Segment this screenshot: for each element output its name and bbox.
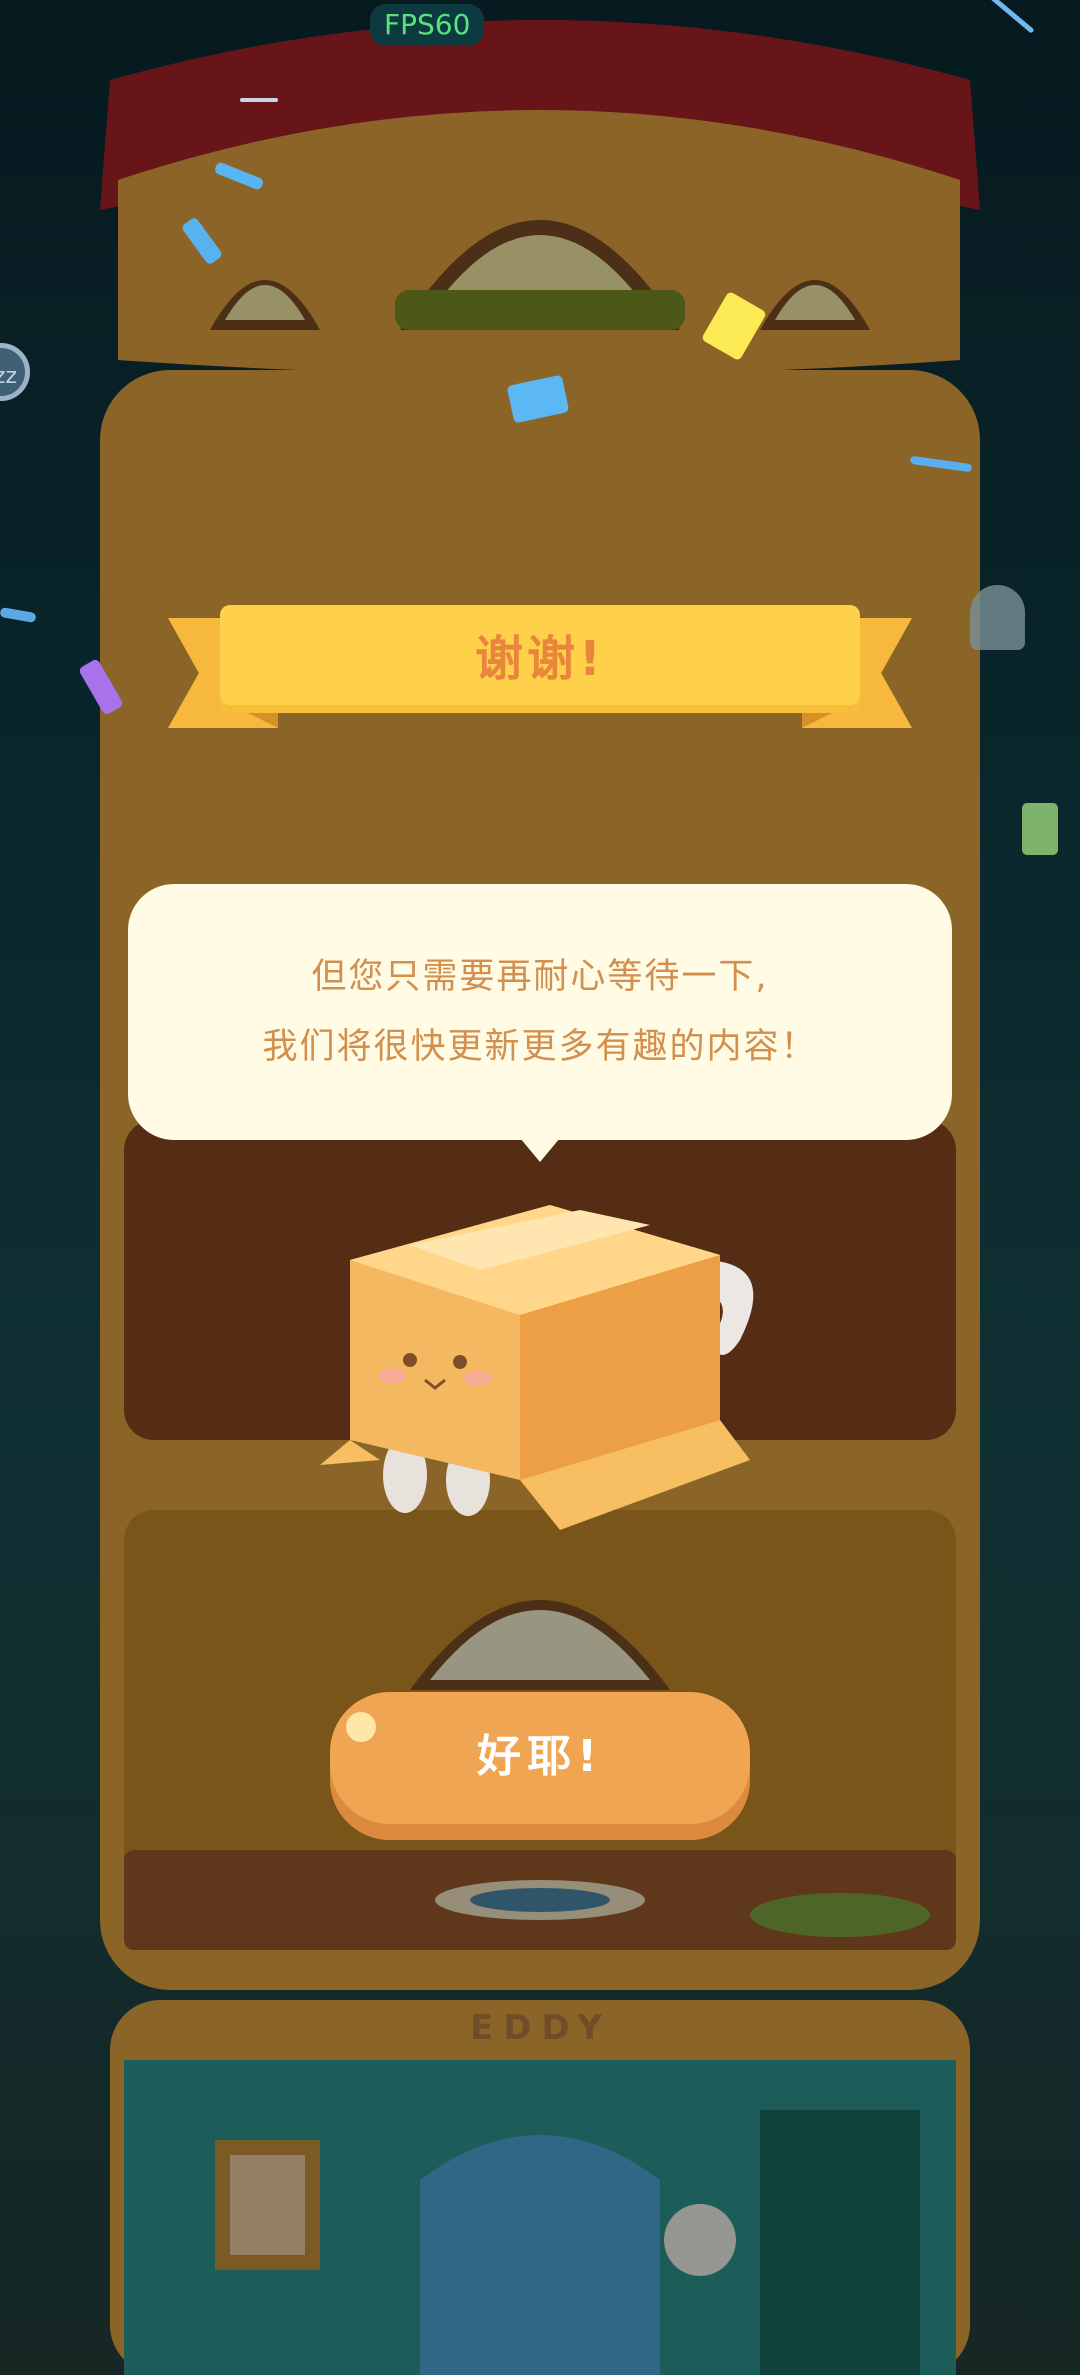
- box-cat-illustration: [320, 1205, 754, 1530]
- confetti-piece: [1022, 803, 1058, 855]
- thanks-ribbon: 谢谢!: [220, 605, 860, 713]
- confetti-piece: [240, 98, 278, 102]
- floor-name-sign: EDDY: [470, 2008, 612, 2048]
- side-tab[interactable]: [970, 585, 1025, 650]
- confirm-button-label: 好耶!: [476, 1731, 604, 1782]
- message-line-2: 我们将很快更新更多有趣的内容！: [262, 1027, 818, 1067]
- message-bubble: [128, 884, 952, 1140]
- game-scene: FPS60 zz 谢谢! 但您只需要再耐心等待一下, 我们将很快更新更多有趣的内…: [0, 0, 1080, 2375]
- fps-counter: FPS60: [370, 4, 485, 46]
- message-line-1: 但您只需要再耐心等待一下,: [311, 957, 769, 997]
- ribbon-title: 谢谢!: [475, 631, 605, 687]
- confirm-button[interactable]: 好耶!: [330, 1692, 750, 1840]
